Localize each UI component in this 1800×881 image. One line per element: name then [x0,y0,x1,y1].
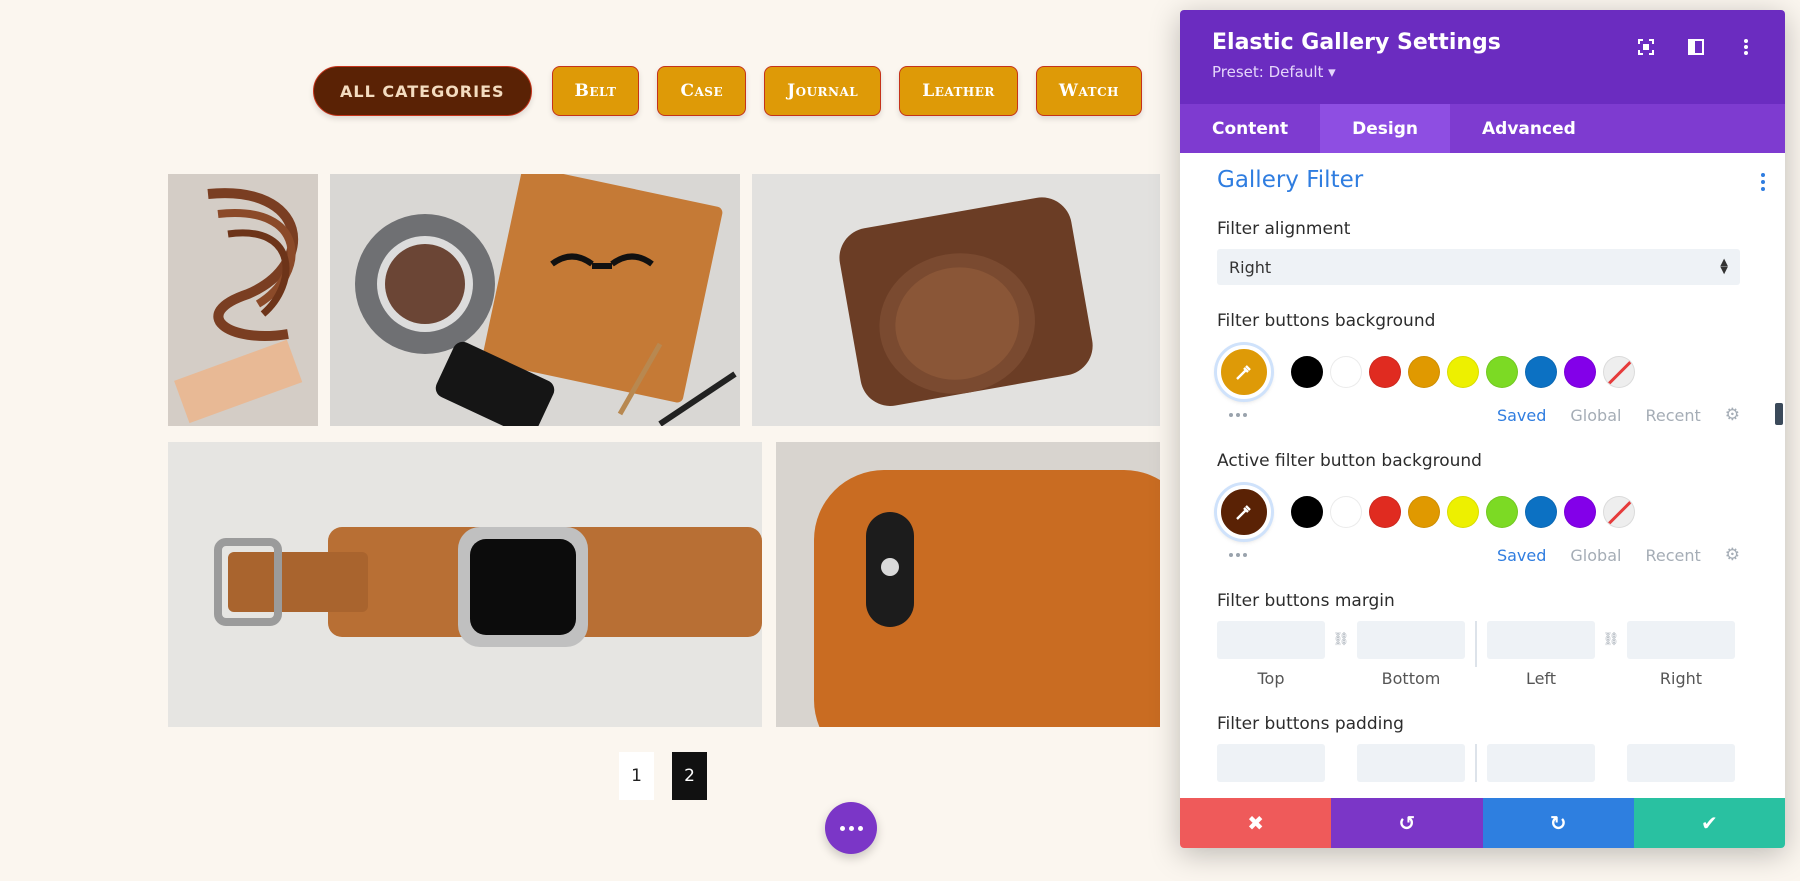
filter-alignment-label: Filter alignment [1217,219,1351,239]
padding-bottom-input[interactable] [1357,744,1465,782]
panel-body: Gallery Filter Filter alignment Right ▲ ▼… [1180,153,1785,798]
panel-scrollbar[interactable] [1775,403,1783,425]
gallery-image-belt[interactable] [168,174,318,426]
filter-bg-label: Filter buttons background [1217,311,1436,331]
divider [1475,621,1477,667]
filter-bg-color-picker[interactable] [1217,345,1271,399]
filter-padding-label: Filter buttons padding [1217,714,1404,734]
padding-top-input[interactable] [1217,744,1325,782]
swatch-blue[interactable] [1525,496,1557,528]
swatch-black[interactable] [1291,356,1323,388]
swatch-green[interactable] [1486,356,1518,388]
tab-content[interactable]: Content [1180,104,1320,153]
margin-bottom-input[interactable] [1357,621,1465,659]
gallery-filter-bar: ALL CATEGORIES Belt Case Journal Leather… [313,66,1160,116]
swatch-yellow[interactable] [1447,356,1479,388]
swatch-red[interactable] [1369,356,1401,388]
link-icon[interactable]: ⛓ [1595,621,1627,647]
dot-icon [848,825,854,831]
tab-advanced[interactable]: Advanced [1450,104,1608,153]
palette-tab-global[interactable]: Global [1570,546,1621,565]
swatch-yellow[interactable] [1447,496,1479,528]
filter-alignment-select[interactable]: Right ▲ ▼ [1217,249,1740,285]
margin-top-input[interactable] [1217,621,1325,659]
swatch-blue[interactable] [1525,356,1557,388]
redo-icon[interactable]: ↻ [1482,798,1634,848]
swatch-none[interactable] [1603,496,1635,528]
gallery-image-camera-case[interactable] [752,174,1160,426]
margin-left-label: Left [1525,669,1557,688]
palette-tab-saved[interactable]: Saved [1497,546,1546,565]
swatch-orange[interactable] [1408,356,1440,388]
active-filter-bg-label: Active filter button background [1217,451,1482,471]
split-view-icon[interactable] [1685,36,1707,58]
panel-tabs: Content Design Advanced [1180,104,1785,153]
eyedropper-icon [1236,365,1251,380]
more-swatches-icon[interactable] [1229,553,1247,557]
padding-fields [1217,744,1740,782]
active-filter-bg-color-picker[interactable] [1217,485,1271,539]
palette-tab-global[interactable]: Global [1570,406,1621,425]
swatch-none[interactable] [1603,356,1635,388]
gallery-image-journal[interactable] [330,174,740,426]
gear-icon[interactable]: ⚙ [1725,545,1740,565]
dot-icon [839,825,845,831]
filter-case-button[interactable]: Case [657,66,747,116]
close-icon[interactable]: ✖ [1180,798,1332,848]
undo-icon[interactable]: ↺ [1331,798,1483,848]
eyedropper-icon [1236,505,1251,520]
swatch-purple[interactable] [1564,356,1596,388]
more-swatches-icon[interactable] [1229,413,1247,417]
more-icon[interactable] [1735,36,1757,58]
margin-fields: Top ⛓ Bottom Left ⛓ Right [1217,621,1740,688]
tab-design[interactable]: Design [1320,104,1451,153]
padding-right-input[interactable] [1627,744,1735,782]
margin-left-input[interactable] [1487,621,1595,659]
filter-alignment-value: Right [1229,257,1272,277]
margin-right-input[interactable] [1627,621,1735,659]
preset-dropdown[interactable]: Preset: Default ▾ [1212,63,1753,81]
panel-header: Elastic Gallery Settings Preset: Default… [1180,10,1785,104]
settings-panel: Elastic Gallery Settings Preset: Default… [1180,10,1785,848]
filter-watch-button[interactable]: Watch [1035,66,1142,116]
filter-belt-button[interactable]: Belt [551,66,640,116]
margin-bottom-label: Bottom [1381,669,1441,688]
swatch-black[interactable] [1291,496,1323,528]
builder-options-button[interactable] [825,802,877,854]
dot-icon [857,825,863,831]
swatch-green[interactable] [1486,496,1518,528]
check-icon[interactable]: ✔ [1633,798,1785,848]
select-arrows-icon: ▲ ▼ [1720,257,1728,276]
gallery-image-phone-case[interactable] [776,442,1160,727]
gallery-image-watch[interactable] [168,442,762,727]
section-more-icon[interactable] [1761,173,1765,193]
swatch-red[interactable] [1369,496,1401,528]
padding-left-input[interactable] [1487,744,1595,782]
panel-footer: ✖ ↺ ↻ ✔ [1180,798,1785,848]
filter-margin-label: Filter buttons margin [1217,591,1395,611]
swatch-orange[interactable] [1408,496,1440,528]
filter-journal-button[interactable]: Journal [764,66,882,116]
pagination: 1 2 [619,752,725,800]
palette-tab-recent[interactable]: Recent [1645,406,1700,425]
page-2-link[interactable]: 2 [672,752,707,800]
margin-right-label: Right [1659,669,1703,688]
filter-leather-button[interactable]: Leather [899,66,1018,116]
filter-all-categories-button[interactable]: ALL CATEGORIES [313,66,532,116]
section-title[interactable]: Gallery Filter [1217,167,1363,193]
page-1-link[interactable]: 1 [619,752,654,800]
swatch-white[interactable] [1330,496,1362,528]
palette-tab-recent[interactable]: Recent [1645,546,1700,565]
palette-tab-saved[interactable]: Saved [1497,406,1546,425]
swatch-purple[interactable] [1564,496,1596,528]
link-icon[interactable]: ⛓ [1325,621,1357,647]
gear-icon[interactable]: ⚙ [1725,405,1740,425]
swatch-white[interactable] [1330,356,1362,388]
margin-top-label: Top [1257,669,1285,688]
fullscreen-icon[interactable] [1635,36,1657,58]
